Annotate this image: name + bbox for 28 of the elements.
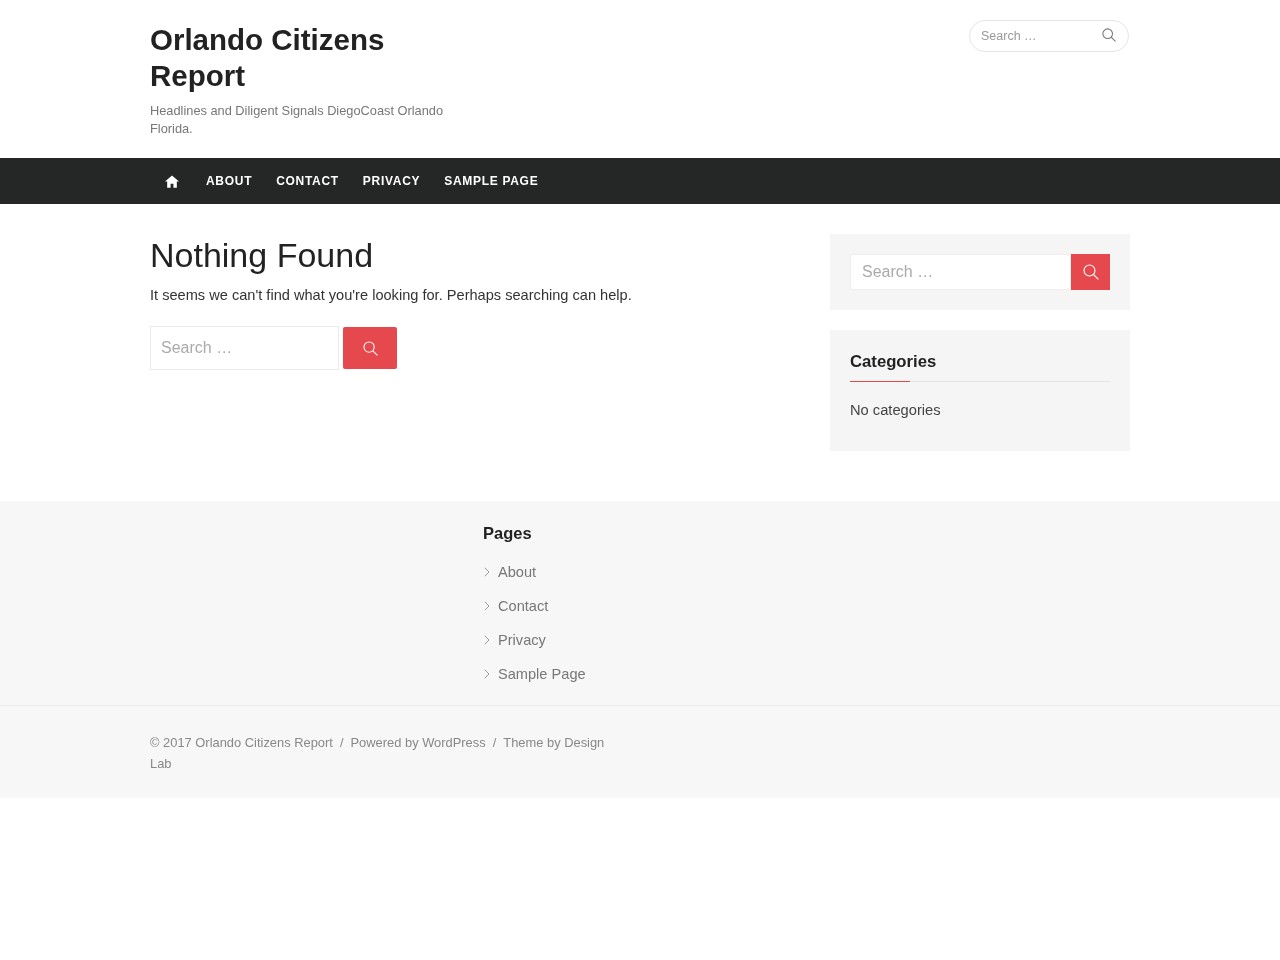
page-link[interactable]: About	[483, 555, 537, 589]
home-icon[interactable]	[165, 174, 179, 188]
page-link[interactable]: Privacy	[483, 623, 546, 657]
search-icon	[362, 340, 378, 356]
chevron-icon	[484, 635, 490, 645]
nav-link[interactable]: ABOUT	[194, 158, 265, 204]
search-button[interactable]	[1071, 254, 1110, 290]
page-link[interactable]: Sample Page	[483, 657, 586, 691]
site-tagline: Headlines and Diligent Signals DiegoCoast Orlando Florida.	[150, 102, 445, 138]
nav-link[interactable]: SAMPLE PAGE	[432, 158, 551, 204]
search-input[interactable]: Search …	[969, 20, 1129, 52]
chevron-icon	[484, 567, 490, 577]
widget-title: Categories	[850, 351, 938, 373]
search-icon[interactable]	[1102, 28, 1116, 42]
search-input[interactable]: Search …	[150, 326, 339, 370]
widget-title: Pages	[483, 523, 533, 544]
search-input[interactable]: Search …	[850, 254, 1071, 290]
footer-credits: © 2017 Orlando Citizens Report / Powered by WordPress / Theme by Design Lab	[150, 734, 606, 773]
page-heading: Nothing Found	[150, 236, 375, 274]
site-title[interactable]: Orlando Citizens Report	[150, 22, 460, 94]
empty-message: No categories	[850, 401, 942, 420]
search-icon	[1082, 264, 1099, 280]
nav-link[interactable]: PRIVACY	[350, 158, 433, 204]
not-found-message: It seems we can't find what you're looking for. Perhaps searching can help.	[150, 286, 633, 305]
page-link[interactable]: Contact	[483, 589, 549, 623]
chevron-icon	[484, 669, 490, 679]
chevron-icon	[484, 601, 490, 611]
nav-link[interactable]: CONTACT	[264, 158, 351, 204]
